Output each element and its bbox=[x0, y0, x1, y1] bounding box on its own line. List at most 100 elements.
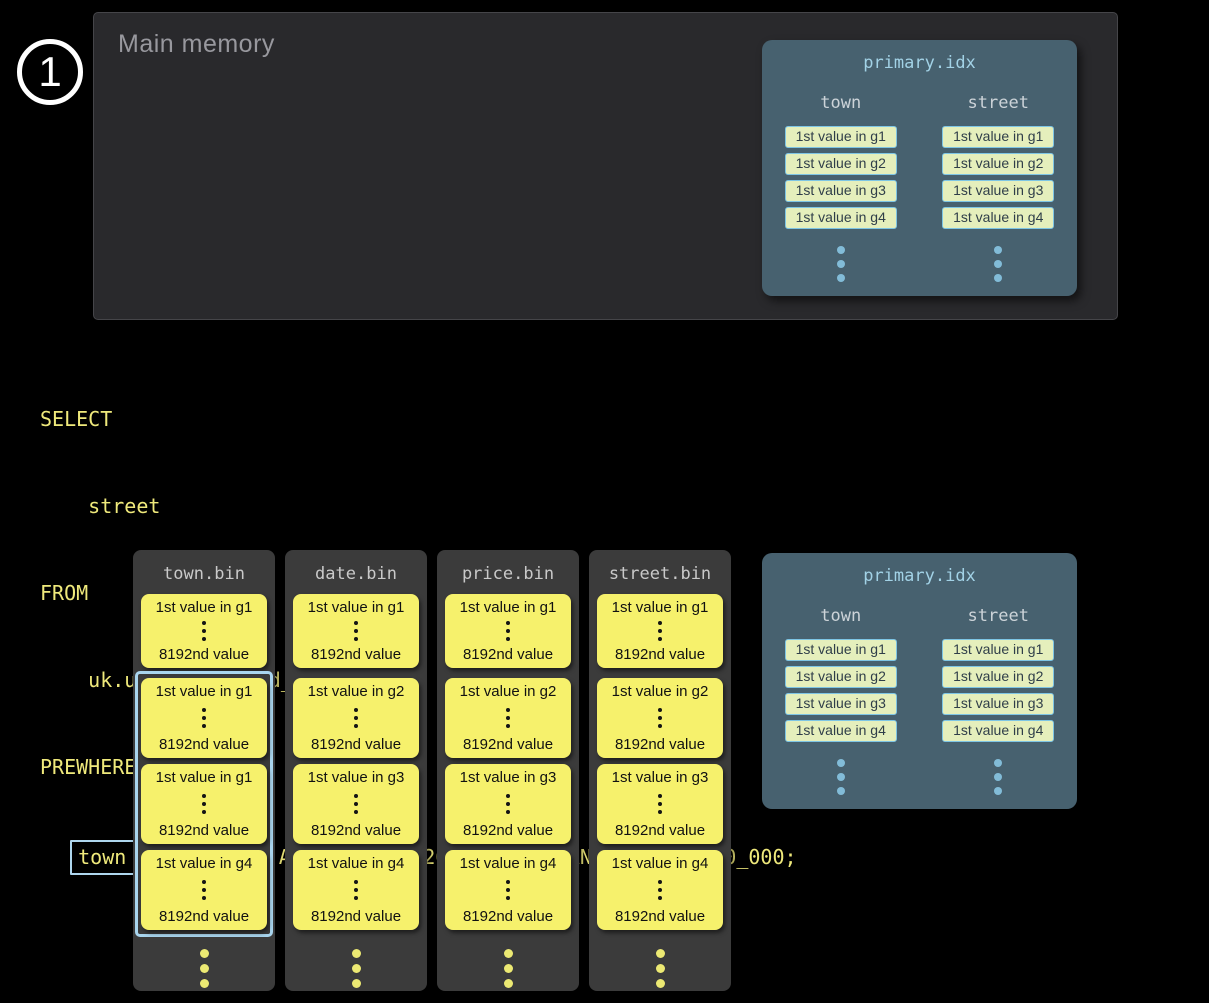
index-entry-chip: 1st value in g1 bbox=[942, 126, 1054, 148]
ellipsis-dots-icon bbox=[658, 792, 662, 816]
sql-line-street: street bbox=[40, 492, 797, 521]
granule-block: 1st value in g1 8192nd value bbox=[141, 678, 267, 758]
index-entry-chip: 1st value in g2 bbox=[942, 153, 1054, 175]
granule-block: 1st value in g1 8192nd value bbox=[293, 594, 419, 668]
idx-column-town: town 1st value in g1 1st value in g2 1st… bbox=[762, 606, 920, 798]
idx-column-street: street 1st value in g1 1st value in g2 1… bbox=[920, 606, 1078, 798]
granule-group: 1st value in g2 8192nd value 1st value i… bbox=[287, 671, 425, 937]
bin-file-price: price.bin 1st value in g1 8192nd value 1… bbox=[437, 550, 579, 991]
granule-first-value: 1st value in g1 bbox=[156, 599, 253, 616]
index-entry-chip: 1st value in g2 bbox=[942, 666, 1054, 688]
index-entry-chip: 1st value in g3 bbox=[785, 180, 897, 202]
granule-block: 1st value in g3 8192nd value bbox=[445, 764, 571, 844]
ellipsis-dots-icon bbox=[200, 946, 209, 991]
granule-block: 1st value in g3 8192nd value bbox=[597, 764, 723, 844]
ellipsis-dots-icon bbox=[658, 706, 662, 730]
ellipsis-dots-icon bbox=[658, 878, 662, 902]
index-entry-chip: 1st value in g2 bbox=[785, 153, 897, 175]
granule-block: 1st value in g1 8192nd value bbox=[141, 594, 267, 668]
granule-last-value: 8192nd value bbox=[615, 908, 705, 925]
granule-last-value: 8192nd value bbox=[159, 908, 249, 925]
granule-block: 1st value in g2 8192nd value bbox=[293, 678, 419, 758]
granule-first-value: 1st value in g4 bbox=[156, 855, 253, 872]
bin-file-name: price.bin bbox=[462, 564, 554, 584]
index-entry-chip: 1st value in g3 bbox=[942, 693, 1054, 715]
granule-group: 1st value in g2 8192nd value 1st value i… bbox=[591, 671, 729, 937]
granule-first-value: 1st value in g1 bbox=[156, 769, 253, 786]
idx-column-header-street: street bbox=[968, 606, 1029, 626]
index-entry-chip: 1st value in g1 bbox=[942, 639, 1054, 661]
ellipsis-dots-icon bbox=[202, 878, 206, 902]
granule-first-value: 1st value in g3 bbox=[308, 769, 405, 786]
granule-block: 1st value in g1 8192nd value bbox=[597, 594, 723, 668]
bin-file-town: town.bin 1st value in g1 8192nd value 1s… bbox=[133, 550, 275, 991]
idx-column-header-street: street bbox=[968, 93, 1029, 113]
granule-last-value: 8192nd value bbox=[615, 736, 705, 753]
granule-block: 1st value in g4 8192nd value bbox=[293, 850, 419, 930]
granule-block: 1st value in g4 8192nd value bbox=[445, 850, 571, 930]
granule-last-value: 8192nd value bbox=[463, 736, 553, 753]
bin-file-name: town.bin bbox=[163, 564, 245, 584]
granule-block: 1st value in g3 8192nd value bbox=[293, 764, 419, 844]
ellipsis-dots-icon bbox=[354, 878, 358, 902]
granule-first-value: 1st value in g3 bbox=[460, 769, 557, 786]
granule-last-value: 8192nd value bbox=[311, 822, 401, 839]
ellipsis-dots-icon bbox=[202, 706, 206, 730]
ellipsis-dots-icon bbox=[506, 792, 510, 816]
ellipsis-dots-icon bbox=[506, 878, 510, 902]
granule-block: 1st value in g1 8192nd value bbox=[141, 764, 267, 844]
granule-block: 1st value in g2 8192nd value bbox=[445, 678, 571, 758]
granule-last-value: 8192nd value bbox=[311, 908, 401, 925]
idx-columns: town 1st value in g1 1st value in g2 1st… bbox=[762, 93, 1077, 285]
granule-block: 1st value in g1 8192nd value bbox=[445, 594, 571, 668]
bin-file-date: date.bin 1st value in g1 8192nd value 1s… bbox=[285, 550, 427, 991]
step-number: 1 bbox=[38, 48, 61, 96]
primary-idx-title: primary.idx bbox=[762, 40, 1077, 73]
ellipsis-dots-icon bbox=[202, 619, 206, 643]
granule-block: 1st value in g4 8192nd value bbox=[141, 850, 267, 930]
index-entry-chip: 1st value in g3 bbox=[942, 180, 1054, 202]
granule-block: 1st value in g2 8192nd value bbox=[597, 678, 723, 758]
bin-file-name: street.bin bbox=[609, 564, 711, 584]
index-entry-chip: 1st value in g2 bbox=[785, 666, 897, 688]
granule-last-value: 8192nd value bbox=[463, 908, 553, 925]
granule-last-value: 8192nd value bbox=[463, 646, 553, 663]
granule-first-value: 1st value in g1 bbox=[156, 683, 253, 700]
selected-granules-box: 1st value in g1 8192nd value 1st value i… bbox=[135, 671, 273, 937]
idx-column-street: street 1st value in g1 1st value in g2 1… bbox=[920, 93, 1078, 285]
index-entry-chip: 1st value in g4 bbox=[785, 720, 897, 742]
granule-first-value: 1st value in g4 bbox=[308, 855, 405, 872]
bin-file-name: date.bin bbox=[315, 564, 397, 584]
index-entry-chip: 1st value in g1 bbox=[785, 126, 897, 148]
ellipsis-dots-icon bbox=[504, 946, 513, 991]
index-entry-chip: 1st value in g4 bbox=[785, 207, 897, 229]
granule-first-value: 1st value in g1 bbox=[612, 599, 709, 616]
granule-last-value: 8192nd value bbox=[159, 822, 249, 839]
ellipsis-dots-icon bbox=[354, 619, 358, 643]
granule-last-value: 8192nd value bbox=[311, 646, 401, 663]
main-memory-title: Main memory bbox=[118, 30, 275, 59]
idx-column-header-town: town bbox=[820, 606, 861, 626]
ellipsis-dots-icon bbox=[354, 792, 358, 816]
step-1-badge: 1 bbox=[17, 39, 83, 105]
ellipsis-dots-icon bbox=[352, 946, 361, 991]
granule-block: 1st value in g4 8192nd value bbox=[597, 850, 723, 930]
granule-last-value: 8192nd value bbox=[311, 736, 401, 753]
idx-columns: town 1st value in g1 1st value in g2 1st… bbox=[762, 606, 1077, 798]
index-entry-chip: 1st value in g4 bbox=[942, 720, 1054, 742]
ellipsis-dots-icon bbox=[202, 792, 206, 816]
idx-column-header-town: town bbox=[820, 93, 861, 113]
granule-last-value: 8192nd value bbox=[159, 736, 249, 753]
granule-first-value: 1st value in g2 bbox=[308, 683, 405, 700]
ellipsis-dots-icon bbox=[994, 243, 1002, 285]
diagram-canvas: 1 Main memory primary.idx town 1st value… bbox=[0, 0, 1209, 1003]
sql-line-select: SELECT bbox=[40, 405, 797, 434]
ellipsis-dots-icon bbox=[994, 756, 1002, 798]
granule-first-value: 1st value in g3 bbox=[612, 769, 709, 786]
granule-last-value: 8192nd value bbox=[159, 646, 249, 663]
granule-last-value: 8192nd value bbox=[463, 822, 553, 839]
idx-column-town: town 1st value in g1 1st value in g2 1st… bbox=[762, 93, 920, 285]
granule-first-value: 1st value in g2 bbox=[460, 683, 557, 700]
ellipsis-dots-icon bbox=[354, 706, 358, 730]
ellipsis-dots-icon bbox=[837, 756, 845, 798]
